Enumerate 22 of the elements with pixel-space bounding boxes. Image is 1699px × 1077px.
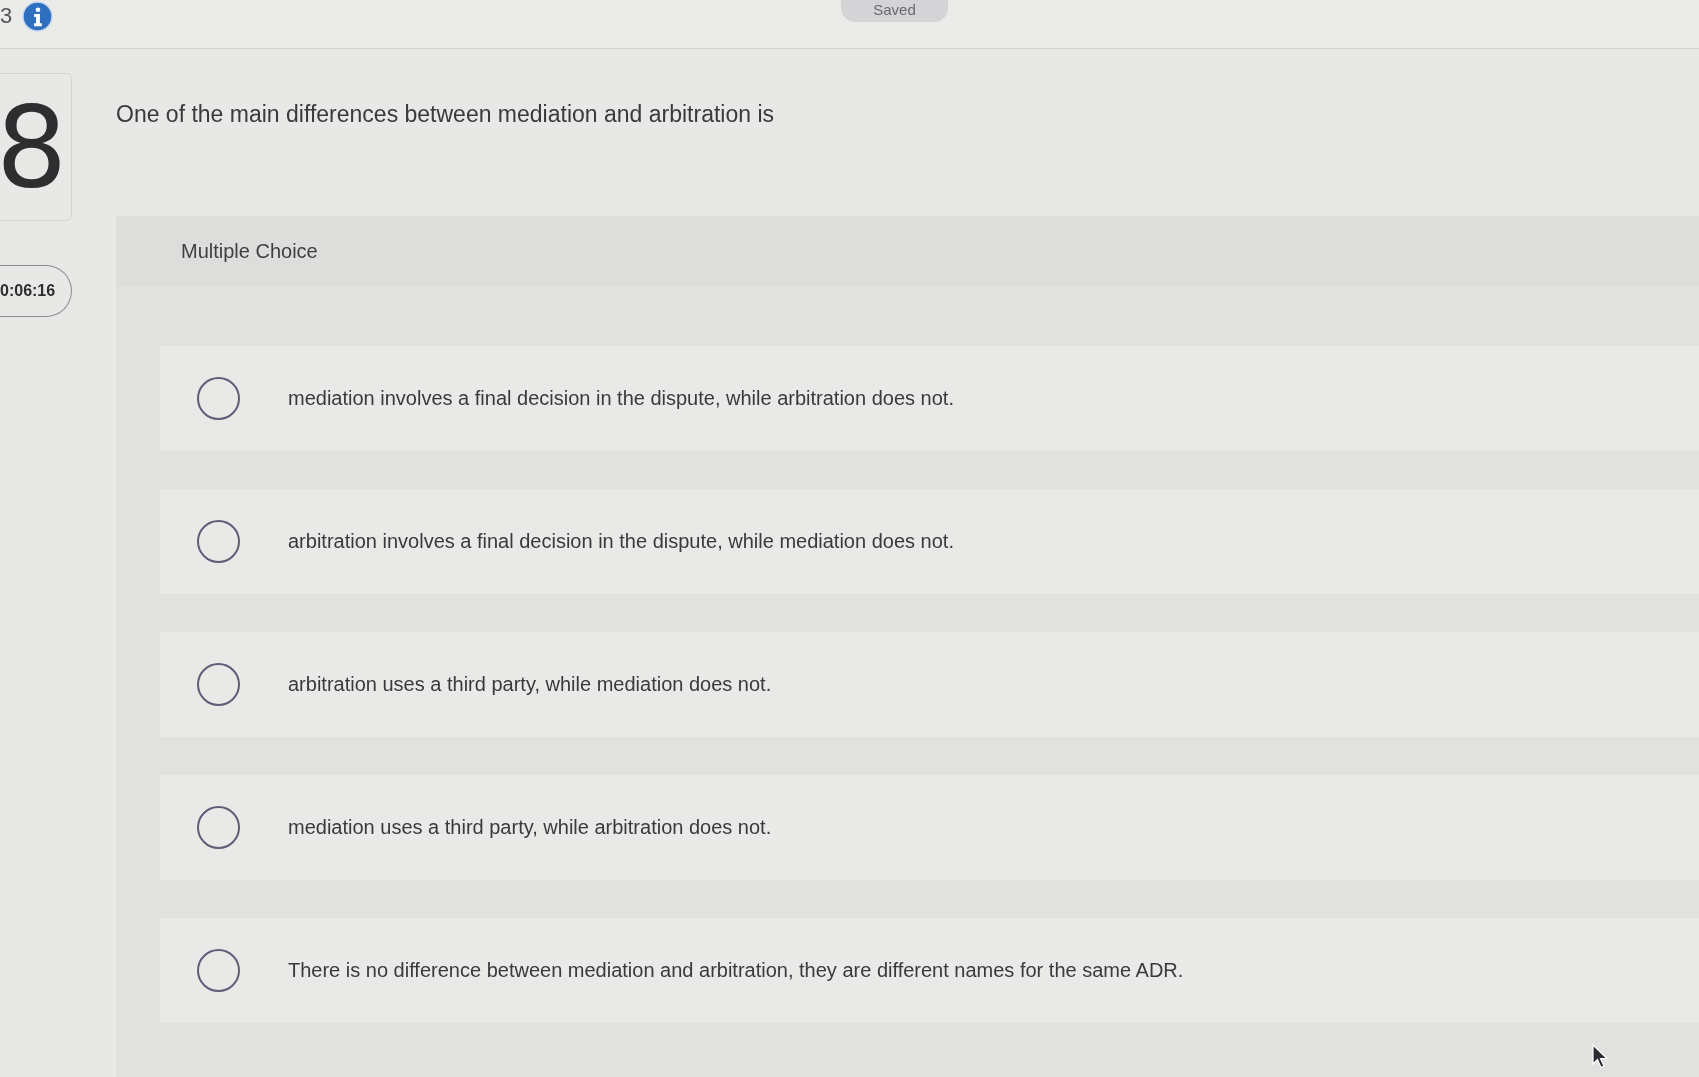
radio-button[interactable] <box>197 949 240 992</box>
question-prompt: One of the main differences between mediation and arbitration is <box>116 100 776 129</box>
option-text: arbitration involves a final decision in the dispute, while mediation does not. <box>288 530 954 553</box>
saved-status: Saved <box>841 0 948 22</box>
radio-button[interactable] <box>197 663 240 706</box>
radio-button[interactable] <box>197 377 240 420</box>
question-number: 8 <box>0 91 68 203</box>
radio-button[interactable] <box>197 520 240 563</box>
answer-option[interactable]: There is no difference between mediation and arbitration, they are different names for the same ADR. <box>160 918 1699 1023</box>
option-text: mediation involves a final decision in the dispute, while arbitration does not. <box>288 387 954 410</box>
option-text: There is no difference between mediation and arbitration, they are different names for the same ADR. <box>288 959 1184 982</box>
question-count: 3 <box>0 3 13 29</box>
option-text: arbitration uses a third party, while mediation does not. <box>288 673 772 696</box>
answer-option[interactable]: mediation uses a third party, while arbitration does not. <box>160 775 1699 880</box>
question-type-label: Multiple Choice <box>181 239 318 263</box>
cursor-icon <box>1592 1044 1609 1069</box>
radio-button[interactable] <box>197 806 240 849</box>
answer-option[interactable]: mediation involves a final decision in the dispute, while arbitration does not. <box>160 346 1699 451</box>
option-text: mediation uses a third party, while arbitration does not. <box>288 816 772 839</box>
answer-option[interactable]: arbitration uses a third party, while mediation does not. <box>160 632 1699 737</box>
answer-option[interactable]: arbitration involves a final decision in the dispute, while mediation does not. <box>160 489 1699 594</box>
info-icon[interactable] <box>22 0 54 32</box>
